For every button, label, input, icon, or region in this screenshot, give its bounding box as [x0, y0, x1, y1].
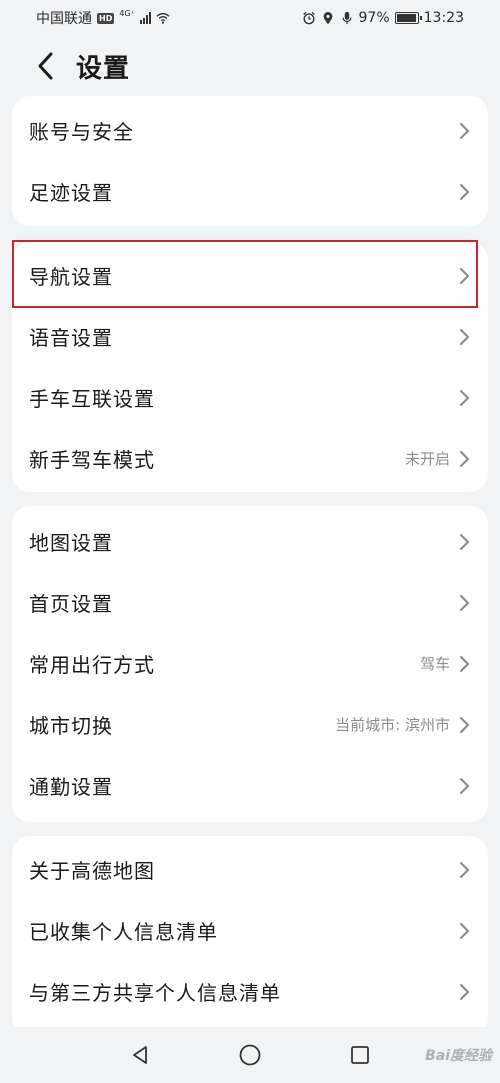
settings-item-voice[interactable]: 语音设置: [12, 306, 488, 367]
chevron-right-icon: [460, 655, 469, 672]
item-label: 手车互联设置: [29, 387, 155, 411]
item-value: 未开启: [404, 450, 450, 468]
settings-item-account-security[interactable]: 账号与安全: [12, 100, 488, 161]
chevron-right-icon: [460, 777, 469, 794]
item-label: 新手驾车模式: [29, 448, 155, 472]
wifi-icon: [156, 12, 170, 24]
settings-item-about[interactable]: 关于高德地图: [12, 839, 488, 900]
settings-item-commute[interactable]: 通勤设置: [12, 755, 488, 816]
chevron-right-icon: [460, 922, 469, 939]
network-type: 4G⁺: [119, 8, 135, 18]
settings-item-travel-mode[interactable]: 常用出行方式 驾车: [12, 633, 488, 694]
settings-item-novice-mode[interactable]: 新手驾车模式 未开启: [12, 428, 488, 489]
battery-percent: 97%: [358, 10, 390, 26]
item-label: 首页设置: [29, 592, 113, 616]
chevron-right-icon: [460, 183, 469, 200]
chevron-right-icon: [460, 122, 469, 139]
recents-square-icon: [351, 1046, 369, 1064]
chevron-right-icon: [460, 861, 469, 878]
battery-icon: [394, 12, 422, 24]
settings-item-city-switch[interactable]: 城市切换 当前城市: 滨州市: [12, 694, 488, 755]
back-button[interactable]: [26, 46, 66, 86]
back-triangle-icon: [133, 1046, 147, 1064]
status-time: 13:23: [423, 10, 464, 26]
chevron-right-icon: [460, 533, 469, 550]
home-circle-icon: [239, 1044, 261, 1066]
chevron-right-icon: [460, 594, 469, 611]
chevron-right-icon: [460, 716, 469, 733]
item-value: 驾车: [419, 655, 450, 673]
chevron-right-icon: [460, 983, 469, 1000]
header: 设置: [0, 36, 500, 96]
alarm-icon: [302, 11, 315, 25]
nav-recents-button[interactable]: [347, 1042, 373, 1068]
settings-item-homepage[interactable]: 首页设置: [12, 572, 488, 633]
chevron-right-icon: [460, 328, 469, 345]
settings-item-shared-info[interactable]: 与第三方共享个人信息清单: [12, 961, 488, 1022]
carrier-label: 中国联通: [36, 11, 92, 27]
settings-item-collected-info[interactable]: 已收集个人信息清单: [12, 900, 488, 961]
item-label: 城市切换: [29, 714, 113, 738]
highlight-box: [12, 240, 478, 308]
status-bar: 中国联通 HD 4G⁺ 97% 13:23: [0, 0, 500, 36]
page-title: 设置: [76, 53, 131, 84]
status-right: 97% 13:23: [302, 10, 464, 26]
chevron-right-icon: [460, 450, 469, 467]
chevron-right-icon: [460, 389, 469, 406]
location-icon: [323, 12, 332, 25]
mic-icon: [341, 11, 352, 25]
settings-item-car-connect[interactable]: 手车互联设置: [12, 367, 488, 428]
signal-icon: [139, 12, 151, 24]
item-label: 语音设置: [29, 326, 113, 350]
hd-badge: HD: [97, 12, 115, 24]
status-left: 中国联通 HD 4G⁺: [36, 8, 170, 28]
item-value: 当前城市: 滨州市: [335, 716, 450, 734]
nav-home-button[interactable]: [237, 1042, 263, 1068]
item-label: 关于高德地图: [29, 859, 155, 883]
item-label: 足迹设置: [29, 181, 113, 205]
watermark: Bai度经验: [425, 1048, 492, 1064]
settings-group-about: 关于高德地图 已收集个人信息清单 与第三方共享个人信息清单: [12, 836, 488, 1036]
item-label: 与第三方共享个人信息清单: [29, 981, 281, 1005]
settings-item-map[interactable]: 地图设置: [12, 511, 488, 572]
settings-group-account: 账号与安全 足迹设置: [12, 96, 488, 226]
item-label: 通勤设置: [29, 775, 113, 799]
settings-item-footprint[interactable]: 足迹设置: [12, 161, 488, 222]
item-label: 地图设置: [29, 531, 113, 555]
chevron-left-icon: [38, 52, 53, 80]
item-label: 常用出行方式: [29, 653, 155, 677]
item-label: 已收集个人信息清单: [29, 920, 218, 944]
item-label: 账号与安全: [29, 120, 134, 144]
nav-back-button[interactable]: [127, 1042, 153, 1068]
settings-group-map: 地图设置 首页设置 常用出行方式 驾车 城市切换 当前城市: 滨州市 通勤设置: [12, 506, 488, 822]
